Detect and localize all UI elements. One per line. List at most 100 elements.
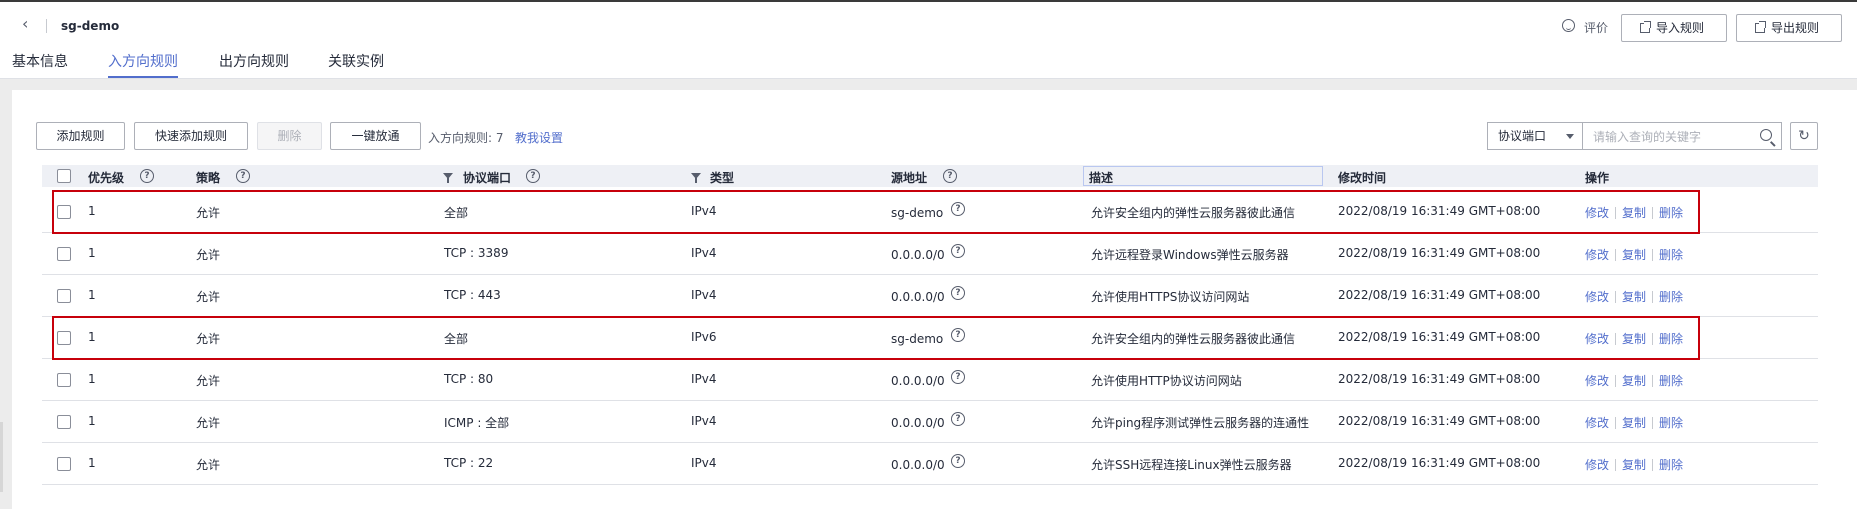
col-operations: 操作 [1585, 171, 1610, 185]
cell-modified-time: 2022/08/19 16:31:49 GMT+08:00 [1338, 246, 1541, 260]
add-rule-button[interactable]: 添加规则 [36, 122, 125, 150]
cell-protocol-port: TCP : 3389 [444, 246, 509, 260]
help-icon[interactable]: ? [951, 454, 965, 468]
export-rules-button[interactable]: 导出规则 [1736, 14, 1842, 42]
help-icon[interactable]: ? [951, 328, 965, 342]
copy-link[interactable]: 复制 [1622, 458, 1646, 472]
cell-priority: 1 [88, 414, 96, 428]
help-icon[interactable]: ? [951, 286, 965, 300]
divider [1652, 207, 1654, 219]
divider [1615, 459, 1617, 471]
help-icon[interactable]: ? [951, 244, 965, 258]
eval-link[interactable]: 评价 [1584, 19, 1608, 36]
divider [1652, 375, 1654, 387]
copy-link[interactable]: 复制 [1622, 206, 1646, 220]
row-checkbox[interactable] [57, 205, 71, 219]
help-icon[interactable]: ? [526, 169, 540, 183]
tutorial-link[interactable]: 教我设置 [515, 129, 563, 146]
filter-select[interactable]: 协议端口 [1487, 122, 1582, 150]
cell-source-link[interactable]: sg-demo [891, 332, 943, 346]
cell-description: 允许SSH远程连接Linux弹性云服务器 [1091, 458, 1292, 472]
cell-source: 0.0.0.0/0 [891, 290, 945, 304]
row-checkbox[interactable] [57, 331, 71, 345]
cell-policy: 允许 [196, 332, 221, 346]
help-icon[interactable]: ? [943, 169, 957, 183]
cell-description: 允许使用HTTPS协议访问网站 [1091, 290, 1250, 304]
delete-link[interactable]: 删除 [1659, 248, 1683, 262]
row-checkbox[interactable] [57, 373, 71, 387]
quick-add-rule-button[interactable]: 快速添加规则 [134, 122, 248, 150]
filter-icon[interactable] [443, 173, 453, 183]
cell-source: 0.0.0.0/0 [891, 248, 945, 262]
help-icon[interactable]: ? [140, 169, 154, 183]
tab-outbound-rules[interactable]: 出方向规则 [219, 51, 289, 71]
edit-link[interactable]: 修改 [1585, 332, 1609, 346]
search-input[interactable] [1591, 127, 1745, 147]
cell-type: IPv4 [691, 414, 717, 428]
rule-count: 入方向规则: 7 [428, 131, 504, 145]
divider [1615, 249, 1617, 261]
allow-all-button[interactable]: 一键放通 [330, 122, 421, 150]
delete-link[interactable]: 删除 [1659, 374, 1683, 388]
cell-protocol-port: TCP : 80 [444, 372, 494, 386]
cell-protocol-port: TCP : 443 [444, 288, 501, 302]
divider [1615, 375, 1617, 387]
back-arrow-icon[interactable]: ‹ [22, 16, 38, 32]
scrollbar[interactable] [0, 422, 3, 492]
help-icon[interactable]: ? [951, 202, 965, 216]
divider [46, 19, 47, 33]
delete-link[interactable]: 删除 [1659, 332, 1683, 346]
row-checkbox[interactable] [57, 457, 71, 471]
cell-policy: 允许 [196, 248, 221, 262]
divider [1615, 291, 1617, 303]
cell-modified-time: 2022/08/19 16:31:49 GMT+08:00 [1338, 330, 1541, 344]
smile-icon[interactable] [1562, 19, 1575, 32]
cell-modified-time: 2022/08/19 16:31:49 GMT+08:00 [1338, 204, 1541, 218]
copy-link[interactable]: 复制 [1622, 416, 1646, 430]
tab-associated-instances[interactable]: 关联实例 [328, 51, 384, 71]
delete-link[interactable]: 删除 [1659, 290, 1683, 304]
row-checkbox[interactable] [57, 415, 71, 429]
help-icon[interactable]: ? [951, 370, 965, 384]
edit-link[interactable]: 修改 [1585, 290, 1609, 304]
cell-priority: 1 [88, 456, 96, 470]
copy-link[interactable]: 复制 [1622, 374, 1646, 388]
divider [1652, 417, 1654, 429]
col-policy: 策略 [196, 171, 221, 185]
help-icon[interactable]: ? [951, 412, 965, 426]
edit-link[interactable]: 修改 [1585, 458, 1609, 472]
edit-link[interactable]: 修改 [1585, 416, 1609, 430]
delete-link[interactable]: 删除 [1659, 416, 1683, 430]
cell-description: 允许安全组内的弹性云服务器彼此通信 [1091, 206, 1296, 220]
tab-basic-info[interactable]: 基本信息 [12, 51, 68, 71]
cell-operations: 修改 复制 删除 [1585, 204, 1683, 221]
cell-operations: 修改 复制 删除 [1585, 288, 1683, 305]
cell-policy: 允许 [196, 416, 221, 430]
cell-protocol-port: 全部 [444, 206, 469, 220]
refresh-button[interactable]: ↻ [1790, 122, 1818, 150]
divider [1615, 417, 1617, 429]
filter-icon[interactable] [691, 173, 701, 183]
copy-link[interactable]: 复制 [1622, 332, 1646, 346]
tab-inbound-rules[interactable]: 入方向规则 [108, 51, 178, 71]
search-icon[interactable] [1760, 129, 1772, 141]
edit-link[interactable]: 修改 [1585, 248, 1609, 262]
delete-link[interactable]: 删除 [1659, 206, 1683, 220]
row-checkbox[interactable] [57, 289, 71, 303]
divider [1652, 333, 1654, 345]
edit-link[interactable]: 修改 [1585, 206, 1609, 220]
cell-type: IPv6 [691, 330, 717, 344]
help-icon[interactable]: ? [236, 169, 250, 183]
copy-link[interactable]: 复制 [1622, 248, 1646, 262]
row-checkbox[interactable] [57, 247, 71, 261]
cell-source: 0.0.0.0/0 [891, 416, 945, 430]
delete-button[interactable]: 删除 [257, 122, 322, 150]
cell-source: 0.0.0.0/0 [891, 374, 945, 388]
edit-link[interactable]: 修改 [1585, 374, 1609, 388]
delete-link[interactable]: 删除 [1659, 458, 1683, 472]
import-rules-button[interactable]: 导入规则 [1621, 14, 1727, 42]
select-all-checkbox[interactable] [57, 169, 71, 183]
cell-source-link[interactable]: sg-demo [891, 206, 943, 220]
cell-modified-time: 2022/08/19 16:31:49 GMT+08:00 [1338, 372, 1541, 386]
copy-link[interactable]: 复制 [1622, 290, 1646, 304]
